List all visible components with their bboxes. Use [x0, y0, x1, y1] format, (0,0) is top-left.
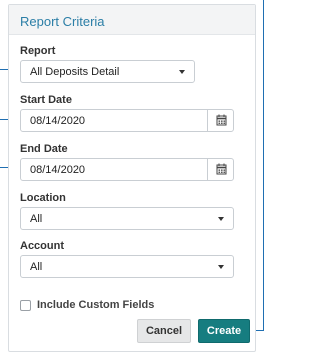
panel-title: Report Criteria — [9, 5, 255, 35]
end-date-field: 08/14/2020 — [20, 158, 234, 181]
end-date-label: End Date — [20, 143, 68, 155]
location-label: Location — [20, 192, 66, 204]
calendar-icon — [216, 163, 227, 175]
start-date-label: Start Date — [20, 94, 72, 106]
end-date-input[interactable]: 08/14/2020 — [21, 159, 207, 180]
include-custom-fields-checkbox[interactable] — [20, 300, 31, 311]
start-date-input[interactable]: 08/14/2020 — [21, 110, 207, 131]
cancel-button[interactable]: Cancel — [137, 319, 191, 343]
chevron-down-icon — [218, 217, 224, 221]
calendar-icon — [216, 114, 227, 126]
account-label: Account — [20, 240, 64, 252]
report-select[interactable]: All Deposits Detail — [20, 60, 195, 83]
chevron-down-icon — [218, 265, 224, 269]
create-button[interactable]: Create — [198, 319, 250, 343]
report-criteria-panel: Report Criteria Report All Deposits Deta… — [8, 4, 256, 352]
callout-line-right — [263, 0, 264, 330]
location-select-value: All — [30, 213, 43, 225]
account-select[interactable]: All — [20, 255, 234, 278]
chevron-down-icon — [179, 70, 185, 74]
report-select-value: All Deposits Detail — [30, 66, 120, 78]
account-select-value: All — [30, 261, 43, 273]
start-date-field: 08/14/2020 — [20, 109, 234, 132]
location-select[interactable]: All — [20, 207, 234, 230]
end-date-calendar-button[interactable] — [207, 159, 233, 180]
start-date-calendar-button[interactable] — [207, 110, 233, 131]
report-label: Report — [20, 45, 56, 57]
include-custom-fields-label[interactable]: Include Custom Fields — [37, 299, 154, 311]
